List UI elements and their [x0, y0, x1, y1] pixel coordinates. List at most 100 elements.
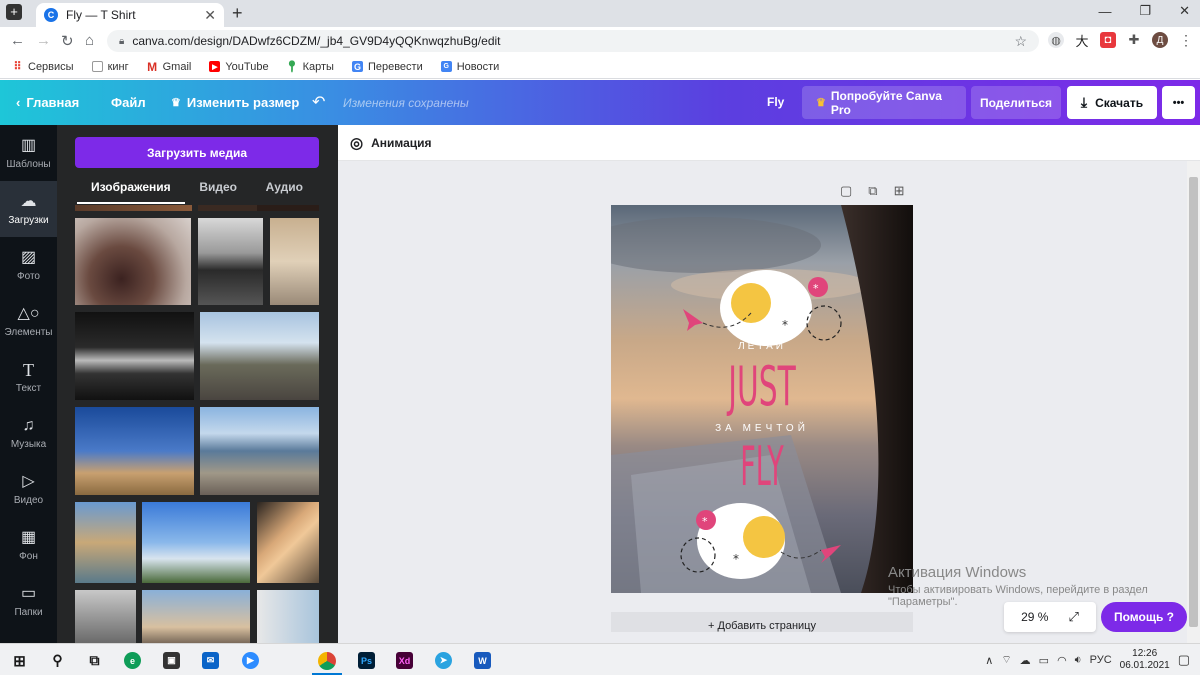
bookmark-star-icon[interactable]: ☆ — [1014, 33, 1027, 50]
image-thumbnail[interactable] — [75, 218, 191, 305]
bookmark-youtube[interactable]: ▶ YouTube — [209, 61, 269, 73]
address-bar[interactable]: 🔒︎ canva.com/design/DADwfz6CDZM/_jb4_GV9… — [107, 30, 1039, 52]
scrollbar-thumb[interactable] — [1189, 177, 1198, 627]
new-tab-button[interactable]: + — [232, 3, 243, 24]
bookmark-translate[interactable]: G Перевести — [351, 61, 423, 73]
rail-item-elements[interactable]: △○ Элементы — [0, 293, 57, 349]
profile-avatar[interactable]: Д — [1152, 32, 1168, 48]
chrome-icon[interactable] — [318, 652, 336, 670]
image-thumbnail[interactable] — [75, 407, 194, 495]
search-icon[interactable]: ⚲ — [49, 652, 66, 669]
zoom-level[interactable]: 29 % — [1021, 610, 1048, 624]
image-thumbnail[interactable] — [257, 502, 319, 583]
image-thumbnail[interactable] — [257, 590, 319, 643]
image-thumbnail[interactable] — [75, 590, 136, 643]
duplicate-page-icon[interactable]: ⧉ — [868, 183, 877, 199]
browser-tab[interactable]: C Fly — T Shirt ✕ — [36, 3, 224, 27]
store-icon[interactable]: ▣ — [163, 652, 180, 669]
add-page-button[interactable]: + Добавить страницу — [611, 612, 913, 632]
bookmark-gmail[interactable]: M Gmail — [147, 60, 191, 74]
rail-item-text[interactable]: T Текст — [0, 349, 57, 405]
bookmark-news[interactable]: G Новости — [440, 61, 499, 73]
restore-icon[interactable]: ❐ — [1139, 3, 1151, 19]
network-icon[interactable]: ⌔ — [1001, 653, 1011, 667]
add-page-icon[interactable]: ⊞ — [894, 183, 905, 199]
image-thumbnail[interactable] — [75, 502, 136, 583]
cloud-icon[interactable]: ☁ — [1020, 654, 1031, 667]
edge-icon[interactable]: e — [124, 652, 141, 669]
undo-icon[interactable]: ↶ — [312, 92, 325, 112]
battery-icon[interactable]: ▭ — [1039, 654, 1049, 667]
tab-video[interactable]: Видео — [199, 180, 237, 200]
bookmark-king[interactable]: кинг — [91, 61, 129, 73]
mail-icon[interactable]: ✉ — [202, 652, 219, 669]
rail-item-photos[interactable]: ▨ Фото — [0, 237, 57, 293]
tab-audio[interactable]: Аудио — [266, 180, 303, 200]
volume-icon[interactable]: 🔉︎ — [1075, 654, 1082, 667]
minimize-icon[interactable]: — — [1098, 4, 1111, 19]
forward-icon[interactable]: → — [36, 32, 51, 49]
file-menu[interactable]: Файл — [111, 95, 146, 110]
adobe-xd-icon[interactable]: Xd — [396, 652, 413, 669]
resize-button[interactable]: ♛ Изменить размер — [171, 95, 299, 110]
fullscreen-icon[interactable]: ⤢ — [1068, 609, 1078, 625]
record-extension-icon[interactable]: ◘ — [1100, 32, 1116, 48]
back-icon[interactable]: ← — [10, 32, 25, 49]
image-thumbnail[interactable] — [198, 218, 263, 305]
animation-button[interactable]: ◎ Анимация — [350, 134, 432, 152]
rail-item-folders[interactable]: ▭ Папки — [0, 573, 57, 629]
translate-extension-icon[interactable]: 大 — [1074, 32, 1090, 49]
image-thumbnail[interactable] — [75, 312, 194, 400]
notifications-icon[interactable]: ▢ — [1178, 652, 1190, 668]
more-button[interactable]: ••• — [1162, 86, 1195, 119]
image-thumbnail[interactable] — [257, 205, 319, 211]
language-indicator[interactable]: РУС — [1090, 654, 1112, 666]
vertical-scrollbar[interactable] — [1187, 161, 1200, 643]
share-button[interactable]: Поделиться — [971, 86, 1061, 119]
upload-media-button[interactable]: Загрузить медиа — [75, 137, 319, 168]
extensions-puzzle-icon[interactable]: ✚ — [1126, 32, 1142, 48]
home-icon[interactable]: ⌂ — [85, 32, 94, 49]
tray-chevron-icon[interactable]: ∧ — [985, 654, 993, 667]
image-thumbnail[interactable] — [198, 205, 263, 211]
design-text-line3[interactable]: ЗА МЕЧТОЙ — [611, 423, 913, 434]
note-icon[interactable]: ▢ — [840, 183, 852, 199]
help-button[interactable]: Помощь ? — [1101, 602, 1187, 632]
image-thumbnail[interactable] — [200, 312, 319, 400]
zoom-app-icon[interactable]: ▶ — [242, 652, 259, 669]
rail-item-background[interactable]: ▦ Фон — [0, 517, 57, 573]
clock[interactable]: 12:26 06.01.2021 — [1120, 648, 1170, 672]
bookmark-maps[interactable]: 📍︎ Карты — [285, 61, 334, 74]
image-thumbnail[interactable] — [200, 407, 319, 495]
photoshop-icon[interactable]: Ps — [358, 652, 375, 669]
design-page[interactable]: * * * * ЛЕТАЙ JUST ЗА МЕЧТОЙ FLY — [611, 205, 913, 593]
try-pro-button[interactable]: ♛ Попробуйте Canva Pro — [802, 86, 966, 119]
close-window-icon[interactable]: ✕ — [1179, 3, 1190, 19]
design-text-line1[interactable]: ЛЕТАЙ — [611, 341, 913, 352]
tab-search-icon[interactable]: + — [6, 4, 22, 20]
wifi-icon[interactable]: ◠ — [1057, 654, 1067, 667]
design-text-line4[interactable]: FLY — [687, 437, 838, 497]
telegram-icon[interactable]: ➤ — [435, 652, 452, 669]
rail-item-video[interactable]: ▷ Видео — [0, 461, 57, 517]
image-thumbnail[interactable] — [270, 218, 319, 305]
word-icon[interactable]: W — [474, 652, 491, 669]
tab-images[interactable]: Изображения — [77, 180, 185, 204]
design-text-line2[interactable]: JUST — [679, 357, 845, 417]
reload-icon[interactable]: ↻ — [61, 32, 74, 50]
image-thumbnail[interactable] — [75, 205, 192, 211]
rail-item-templates[interactable]: ▥ Шаблоны — [0, 125, 57, 181]
windows-start-icon[interactable]: ⊞ — [11, 652, 28, 670]
rail-item-music[interactable]: ♫ Музыка — [0, 405, 57, 461]
design-name[interactable]: Fly — [767, 95, 784, 109]
tab-close-icon[interactable]: ✕ — [204, 7, 216, 24]
browser-menu-icon[interactable]: ⋮ — [1178, 32, 1194, 48]
image-thumbnail[interactable] — [142, 502, 250, 583]
rail-item-uploads[interactable]: ☁ Загрузки — [0, 181, 57, 237]
zoom-control[interactable]: 29 % ⤢ — [1004, 602, 1096, 632]
download-button[interactable]: ⤓ Скачать — [1067, 86, 1157, 119]
home-link[interactable]: ‹ Главная — [16, 95, 79, 110]
task-view-icon[interactable]: ⧉ — [86, 652, 103, 669]
image-thumbnail[interactable] — [142, 590, 250, 643]
globe-extension-icon[interactable]: ◍ — [1048, 32, 1064, 48]
